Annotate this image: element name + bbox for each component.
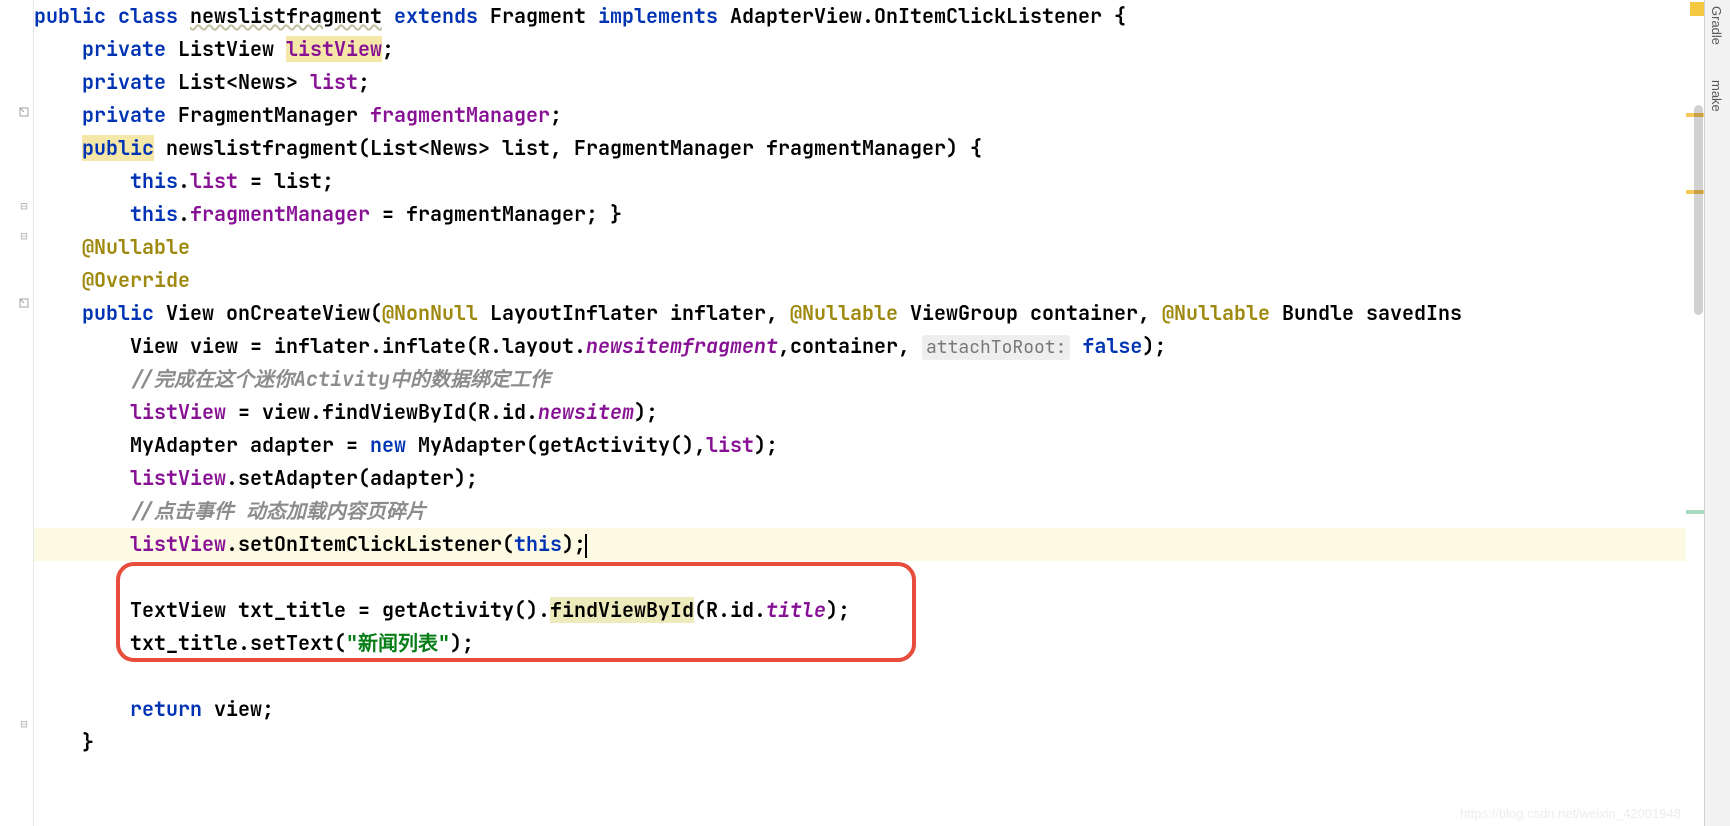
fold-minus-icon[interactable]: ⊟ <box>18 718 30 730</box>
code-line: private List<News> list; <box>34 66 1686 99</box>
code-line: listView.setAdapter(adapter); <box>34 462 1686 495</box>
code-line: TextView txt_title = getActivity().findV… <box>34 594 1686 627</box>
scroll-thumb[interactable] <box>1694 105 1703 315</box>
editor-marker-bar[interactable] <box>1686 0 1704 826</box>
scroll-vcs-marker[interactable] <box>1686 510 1704 514</box>
code-line: //完成在这个迷你Activity中的数据绑定工作 <box>34 363 1686 396</box>
code-line-current: listView.setOnItemClickListener(this); <box>34 528 1686 561</box>
code-line: public View onCreateView(@NonNull Layout… <box>34 297 1686 330</box>
fold-minus-icon[interactable]: ⊟ <box>18 230 30 242</box>
code-line: @Nullable <box>34 231 1686 264</box>
fold-minus-icon[interactable]: ⊟ <box>18 200 30 212</box>
caret-icon <box>585 534 587 558</box>
code-line: } <box>34 726 1686 759</box>
code-line: //点击事件 动态加载内容页碎片 <box>34 495 1686 528</box>
code-line: this.list = list; <box>34 165 1686 198</box>
code-line: return view; <box>34 693 1686 726</box>
fold-collapse-icon[interactable] <box>18 105 30 117</box>
fold-collapse-icon[interactable] <box>18 296 30 308</box>
analysis-status-icon[interactable] <box>1690 2 1704 16</box>
code-line: @Override <box>34 264 1686 297</box>
right-tool-window-bar: Gradle make <box>1704 0 1730 826</box>
tool-window-gradle[interactable]: Gradle <box>1709 6 1724 45</box>
code-line: MyAdapter adapter = new MyAdapter(getAct… <box>34 429 1686 462</box>
code-line: txt_title.setText("新闻列表"); <box>34 627 1686 660</box>
watermark-text: https://blog.csdn.net/weixin_42001948 <box>1460 806 1681 821</box>
code-line: public newslistfragment(List<News> list,… <box>34 132 1686 165</box>
code-line <box>34 561 1686 594</box>
code-line: private FragmentManager fragmentManager; <box>34 99 1686 132</box>
code-line: View view = inflater.inflate(R.layout.ne… <box>34 330 1686 363</box>
code-line <box>34 660 1686 693</box>
code-line: listView = view.findViewById(R.id.newsit… <box>34 396 1686 429</box>
editor-gutter[interactable]: ⊟ ⊟ ⊟ <box>0 0 34 826</box>
tool-window-make[interactable]: make <box>1709 80 1724 112</box>
code-line: this.fragmentManager = fragmentManager; … <box>34 198 1686 231</box>
param-hint: attachToRoot: <box>922 335 1070 360</box>
code-editor[interactable]: public class newslistfragment extends Fr… <box>34 0 1686 826</box>
code-line: private ListView listView; <box>34 33 1686 66</box>
code-line: public class newslistfragment extends Fr… <box>34 0 1686 33</box>
